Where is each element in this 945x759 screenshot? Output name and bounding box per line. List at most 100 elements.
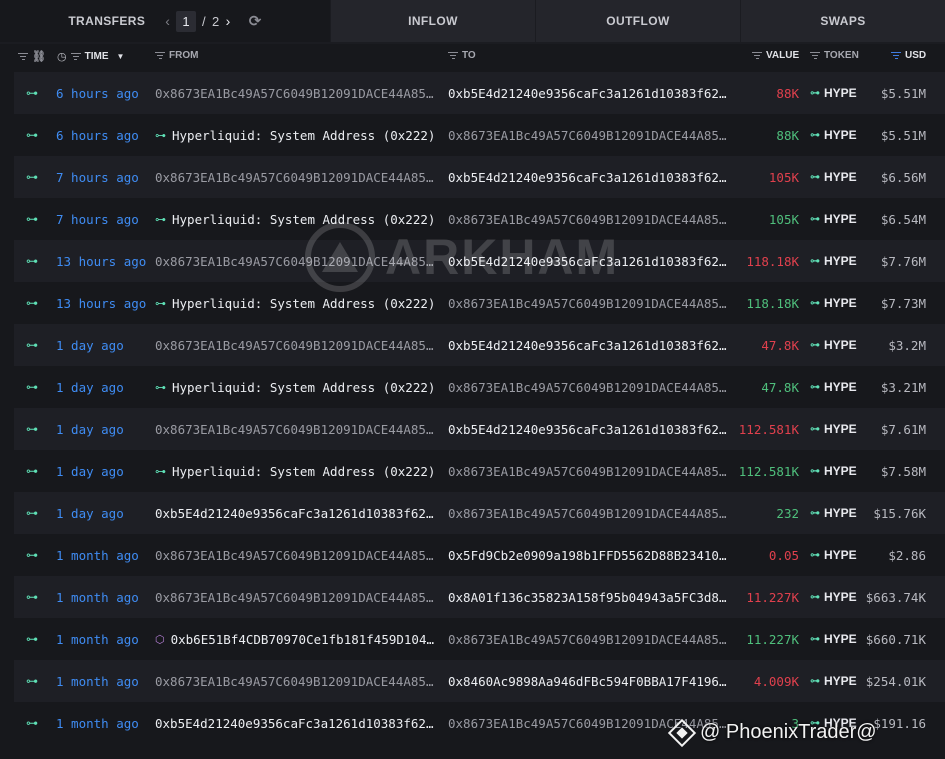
table-row[interactable]: ⊶ 1 day ago 0x8673EA1Bc49A57C6049B12091DAC… [14, 408, 945, 450]
tab-transfers[interactable]: TRANSFERS ‹ 1 / 2 › ⟳ [0, 0, 330, 42]
token-cell[interactable]: ⊶ HYPE [810, 618, 870, 660]
filter-icon[interactable] [155, 51, 165, 60]
time-cell[interactable]: 1 day ago [56, 450, 151, 492]
table-row[interactable]: ⊶ 7 hours ago 0x8673EA1Bc49A57C6049B12091D… [14, 156, 945, 198]
from-address[interactable]: 0xb5E4d21240e9356caFc3a1261d10383f62D… [155, 506, 440, 521]
from-entity[interactable]: Hyperliquid: System Address (0x222) [172, 380, 435, 395]
time-cell[interactable]: 6 hours ago [56, 72, 151, 114]
filter-icon[interactable] [752, 51, 762, 60]
header-usd[interactable]: USD [891, 50, 926, 61]
header-from[interactable]: FROM [155, 50, 198, 61]
token-cell[interactable]: ⊶ HYPE [810, 198, 870, 240]
from-address[interactable]: 0xb5E4d21240e9356caFc3a1261d10383f62D… [155, 716, 440, 731]
header-filter-ico[interactable]: ⛓ [18, 50, 46, 63]
to-address[interactable]: 0x8673EA1Bc49A57C6049B12091DACE44A85E… [448, 506, 733, 521]
time-cell[interactable]: 1 day ago [56, 366, 151, 408]
from-address[interactable]: 0x8673EA1Bc49A57C6049B12091DACE44A85E… [155, 254, 440, 269]
time-cell[interactable]: 1 month ago [56, 702, 151, 744]
from-entity[interactable]: Hyperliquid: System Address (0x222) [172, 296, 435, 311]
time-cell[interactable]: 13 hours ago [56, 240, 151, 282]
time-cell[interactable]: 1 day ago [56, 492, 151, 534]
to-address[interactable]: 0x8673EA1Bc49A57C6049B12091DACE44A85E… [448, 212, 733, 227]
token-cell[interactable]: ⊶ HYPE [810, 576, 870, 618]
token-cell[interactable]: ⊶ HYPE [810, 240, 870, 282]
token-cell[interactable]: ⊶ HYPE [810, 534, 870, 576]
table-row[interactable]: ⊶ 1 month ago 0x8673EA1Bc49A57C6049B12091D… [14, 660, 945, 702]
to-address[interactable]: 0xb5E4d21240e9356caFc3a1261d10383f62D… [448, 338, 733, 353]
from-entity[interactable]: Hyperliquid: System Address (0x222) [172, 212, 435, 227]
filter-icon[interactable] [18, 52, 28, 61]
time-cell[interactable]: 1 month ago [56, 534, 151, 576]
header-to[interactable]: TO [448, 50, 476, 61]
token-cell[interactable]: ⊶ HYPE [810, 72, 870, 114]
tab-outflow[interactable]: OUTFLOW [535, 0, 740, 42]
time-cell[interactable]: 7 hours ago [56, 156, 151, 198]
to-address[interactable]: 0x5Fd9Cb2e0909a198b1FFD5562D88B234100… [448, 548, 733, 563]
from-address[interactable]: 0x8673EA1Bc49A57C6049B12091DACE44A85E… [155, 674, 440, 689]
time-cell[interactable]: 1 day ago [56, 408, 151, 450]
from-entity[interactable]: Hyperliquid: System Address (0x222) [172, 464, 435, 479]
table-row[interactable]: ⊶ 1 day ago 0x8673EA1Bc49A57C6049B12091DAC… [14, 324, 945, 366]
token-cell[interactable]: ⊶ HYPE [810, 282, 870, 324]
time-cell[interactable]: 1 month ago [56, 576, 151, 618]
time-cell[interactable]: 1 month ago [56, 660, 151, 702]
to-address[interactable]: 0x8673EA1Bc49A57C6049B12091DACE44A85E… [448, 296, 733, 311]
token-cell[interactable]: ⊶ HYPE [810, 660, 870, 702]
filter-icon[interactable] [448, 51, 458, 60]
time-cell[interactable]: 1 day ago [56, 324, 151, 366]
table-row[interactable]: ⊶ 7 hours ago ⊶ Hyperliquid: System Address… [14, 198, 945, 240]
to-address[interactable]: 0xb5E4d21240e9356caFc3a1261d10383f62D… [448, 86, 733, 101]
filter-icon[interactable] [891, 51, 901, 60]
table-row[interactable]: ⊶ 13 hours ago ⊶ Hyperliquid: System Addres… [14, 282, 945, 324]
table-row[interactable]: ⊶ 1 day ago 0xb5E4d21240e9356caFc3a1261d10… [14, 492, 945, 534]
table-row[interactable]: ⊶ 1 month ago ⬡ 0xb6E51Bf4CDB70970Ce1fb181f… [14, 618, 945, 660]
tab-inflow[interactable]: INFLOW [330, 0, 535, 42]
table-row[interactable]: ⊶ 6 hours ago ⊶ Hyperliquid: System Address… [14, 114, 945, 156]
from-address[interactable]: 0x8673EA1Bc49A57C6049B12091DACE44A85E… [155, 170, 440, 185]
to-address[interactable]: 0xb5E4d21240e9356caFc3a1261d10383f62D… [448, 254, 733, 269]
from-address[interactable]: 0x8673EA1Bc49A57C6049B12091DACE44A85E… [155, 548, 440, 563]
sort-desc-icon[interactable]: ▼ [117, 52, 125, 61]
from-address[interactable]: 0x8673EA1Bc49A57C6049B12091DACE44A85E… [155, 338, 440, 353]
token-cell[interactable]: ⊶ HYPE [810, 492, 870, 534]
time-cell[interactable]: 6 hours ago [56, 114, 151, 156]
token-cell[interactable]: ⊶ HYPE [810, 450, 870, 492]
to-address[interactable]: 0xb5E4d21240e9356caFc3a1261d10383f62D… [448, 422, 733, 437]
token-cell[interactable]: ⊶ HYPE [810, 114, 870, 156]
table-row[interactable]: ⊶ 1 day ago ⊶ Hyperliquid: System Address (… [14, 450, 945, 492]
time-cell[interactable]: 7 hours ago [56, 198, 151, 240]
to-address[interactable]: 0x8460Ac9898Aa946dFBc594F0BBA17F4196c… [448, 674, 733, 689]
page-current[interactable]: 1 [176, 10, 196, 32]
tab-swaps[interactable]: SWAPS [740, 0, 945, 42]
filter-icon[interactable] [70, 52, 81, 61]
to-address[interactable]: 0xb5E4d21240e9356caFc3a1261d10383f62D… [448, 170, 733, 185]
token-cell[interactable]: ⊶ HYPE [810, 408, 870, 450]
token-cell[interactable]: ⊶ HYPE [810, 156, 870, 198]
from-address[interactable]: 0x8673EA1Bc49A57C6049B12091DACE44A85E… [155, 590, 440, 605]
chevron-left-icon[interactable]: ‹ [165, 13, 170, 29]
from-address[interactable]: 0x8673EA1Bc49A57C6049B12091DACE44A85E… [155, 422, 440, 437]
filter-icon[interactable] [810, 51, 820, 60]
link-icon[interactable]: ⛓ [32, 50, 46, 63]
table-row[interactable]: ⊶ 1 month ago 0x8673EA1Bc49A57C6049B12091D… [14, 576, 945, 618]
chevron-right-icon[interactable]: › [226, 13, 231, 29]
header-time[interactable]: ◷ TIME ▼ [57, 50, 124, 63]
header-value[interactable]: VALUE [752, 50, 799, 61]
to-address[interactable]: 0x8673EA1Bc49A57C6049B12091DACE44A85E… [448, 464, 733, 479]
header-token[interactable]: TOKEN [810, 50, 859, 61]
table-row[interactable]: ⊶ 6 hours ago 0x8673EA1Bc49A57C6049B12091D… [14, 72, 945, 114]
table-row[interactable]: ⊶ 1 month ago 0x8673EA1Bc49A57C6049B12091D… [14, 534, 945, 576]
to-address[interactable]: 0x8A01f136c35823A158f95b04943a5FC3d8f… [448, 590, 733, 605]
time-cell[interactable]: 1 month ago [56, 618, 151, 660]
table-row[interactable]: ⊶ 1 day ago ⊶ Hyperliquid: System Address (… [14, 366, 945, 408]
from-address[interactable]: 0x8673EA1Bc49A57C6049B12091DACE44A85E… [155, 86, 440, 101]
token-cell[interactable]: ⊶ HYPE [810, 366, 870, 408]
from-entity[interactable]: Hyperliquid: System Address (0x222) [172, 128, 435, 143]
from-address[interactable]: 0xb6E51Bf4CDB70970Ce1fb181f459D104… [171, 632, 434, 647]
time-cell[interactable]: 13 hours ago [56, 282, 151, 324]
refresh-icon[interactable]: ⟳ [249, 12, 262, 30]
token-cell[interactable]: ⊶ HYPE [810, 324, 870, 366]
to-address[interactable]: 0x8673EA1Bc49A57C6049B12091DACE44A85E… [448, 380, 733, 395]
to-address[interactable]: 0x8673EA1Bc49A57C6049B12091DACE44A85E… [448, 632, 733, 647]
table-row[interactable]: ⊶ 13 hours ago 0x8673EA1Bc49A57C6049B12091… [14, 240, 945, 282]
